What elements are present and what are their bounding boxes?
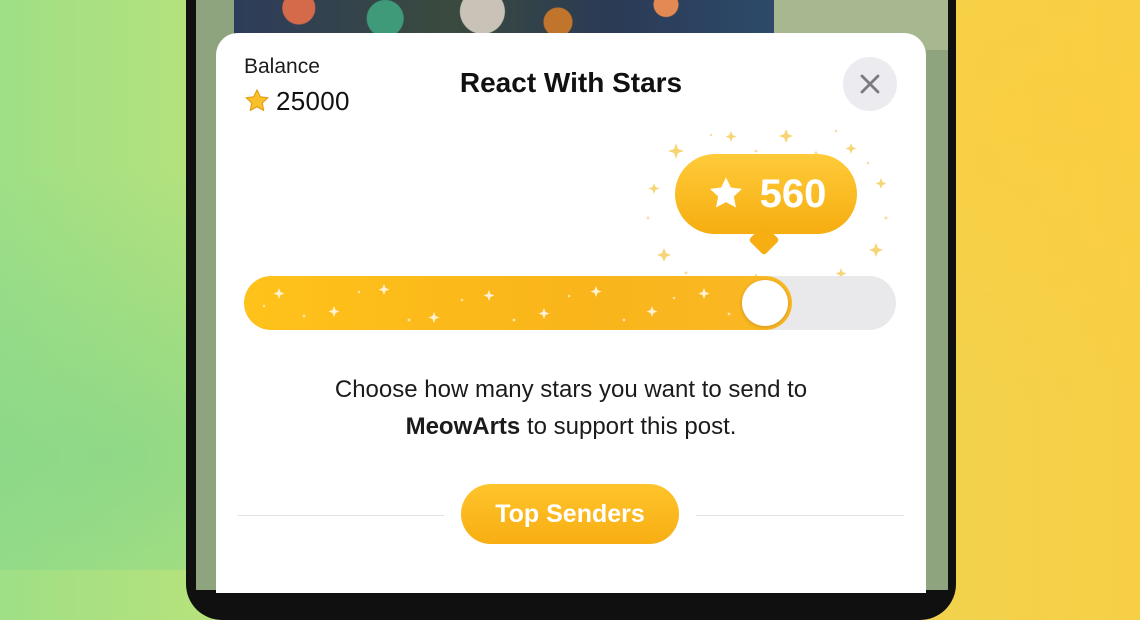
- description-prefix: Choose how many stars you want to send t…: [334, 376, 808, 403]
- divider-right: [696, 515, 904, 516]
- star-amount-bubble: 560: [675, 154, 857, 234]
- channel-name: MeowArts: [405, 413, 521, 440]
- close-button[interactable]: [843, 57, 897, 111]
- top-senders-button[interactable]: Top Senders: [461, 484, 679, 544]
- description-suffix: to support this post.: [526, 413, 737, 440]
- react-with-stars-sheet: Balance 25000 React With Stars 560 Choos…: [216, 33, 926, 593]
- close-icon: [860, 74, 880, 94]
- slider-thumb[interactable]: [742, 280, 788, 326]
- star-amount-value: 560: [759, 171, 827, 216]
- slider-fill: [244, 276, 792, 330]
- star-icon: [709, 177, 742, 208]
- divider-left: [238, 515, 444, 516]
- slider-sparkles: [262, 284, 731, 323]
- sheet-title: React With Stars: [459, 67, 683, 98]
- description-text: Choose how many stars you want to send t…: [216, 371, 926, 445]
- stars-slider[interactable]: [244, 276, 896, 330]
